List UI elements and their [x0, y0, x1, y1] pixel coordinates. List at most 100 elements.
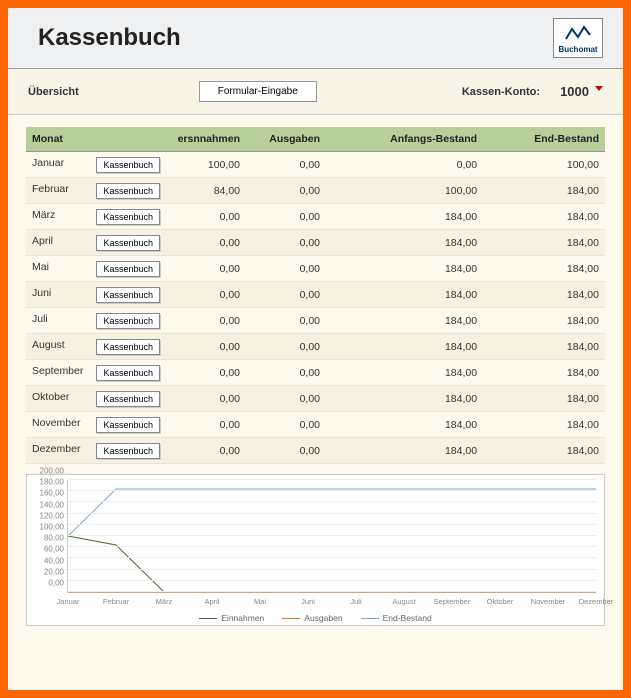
- table-row: JuliKassenbuch0,000,00184,00184,00: [26, 308, 605, 334]
- x-tick: November: [531, 597, 566, 606]
- series-line: [68, 536, 596, 592]
- month-label: Dezember: [32, 443, 80, 455]
- x-tick: Januar: [57, 597, 80, 606]
- kassenbuch-button[interactable]: Kassenbuch: [96, 365, 160, 381]
- kassenbuch-button[interactable]: Kassenbuch: [96, 287, 160, 303]
- cell-ausgaben: 0,00: [246, 178, 326, 204]
- cell-ausgaben: 0,00: [246, 282, 326, 308]
- cell-einnahmen: 0,00: [166, 386, 246, 412]
- cell-end: 184,00: [483, 230, 605, 256]
- month-label: Mai: [32, 261, 49, 273]
- cell-ausgaben: 0,00: [246, 230, 326, 256]
- cell-ausgaben: 0,00: [246, 386, 326, 412]
- cell-anfang: 184,00: [326, 386, 483, 412]
- cell-ausgaben: 0,00: [246, 412, 326, 438]
- cell-end: 184,00: [483, 282, 605, 308]
- col-monat: Monat: [26, 127, 166, 152]
- cell-ausgaben: 0,00: [246, 334, 326, 360]
- cell-end: 184,00: [483, 412, 605, 438]
- table-row: JuniKassenbuch0,000,00184,00184,00: [26, 282, 605, 308]
- kassenbuch-button[interactable]: Kassenbuch: [96, 157, 160, 173]
- kassenbuch-button[interactable]: Kassenbuch: [96, 391, 160, 407]
- col-einnahmen: ersnnahmen: [166, 127, 246, 152]
- legend-swatch: [199, 618, 217, 619]
- legend-label: Ausgaben: [304, 613, 342, 623]
- cell-ausgaben: 0,00: [246, 204, 326, 230]
- month-label: Juni: [32, 287, 51, 299]
- x-tick: April: [204, 597, 219, 606]
- cell-ausgaben: 0,00: [246, 360, 326, 386]
- kassenbuch-button[interactable]: Kassenbuch: [96, 235, 160, 251]
- table-row: NovemberKassenbuch0,000,00184,00184,00: [26, 412, 605, 438]
- cell-ausgaben: 0,00: [246, 256, 326, 282]
- month-label: April: [32, 235, 53, 247]
- cell-end: 184,00: [483, 178, 605, 204]
- kassenbuch-button[interactable]: Kassenbuch: [96, 209, 160, 225]
- kassenbuch-button[interactable]: Kassenbuch: [96, 183, 160, 199]
- y-tick: 60,00: [30, 545, 64, 554]
- x-tick: Dezember: [579, 597, 614, 606]
- table-row: Februar Kassenbuch 84,000,00100,00184,00: [26, 178, 605, 204]
- x-tick: Mai: [254, 597, 266, 606]
- col-ausgaben: Ausgaben: [246, 127, 326, 152]
- logo: Buchomat: [553, 18, 603, 58]
- header: Kassenbuch Buchomat: [8, 8, 623, 69]
- kassenbuch-button[interactable]: Kassenbuch: [96, 339, 160, 355]
- legend-label: Einnahmen: [221, 613, 264, 623]
- cell-end: 184,00: [483, 308, 605, 334]
- legend-label: End-Bestand: [383, 613, 432, 623]
- overview-label: Übersicht: [28, 86, 79, 98]
- y-tick: 160,00: [30, 489, 64, 498]
- table-row: AprilKassenbuch0,000,00184,00184,00: [26, 230, 605, 256]
- cell-einnahmen: 0,00: [166, 360, 246, 386]
- cell-einnahmen: 84,00: [166, 178, 246, 204]
- y-tick: 120,00: [30, 511, 64, 520]
- cell-anfang: 184,00: [326, 308, 483, 334]
- x-tick: März: [156, 597, 173, 606]
- month-label: September: [32, 365, 83, 377]
- month-label: Oktober: [32, 391, 69, 403]
- x-tick: Juli: [350, 597, 361, 606]
- month-label: Juli: [32, 313, 48, 325]
- kassenbuch-button[interactable]: Kassenbuch: [96, 417, 160, 433]
- y-tick: 80,00: [30, 534, 64, 543]
- cell-end: 184,00: [483, 438, 605, 464]
- cell-einnahmen: 0,00: [166, 256, 246, 282]
- cell-anfang: 184,00: [326, 282, 483, 308]
- konto-select[interactable]: 1000: [560, 84, 603, 99]
- col-end: End-Bestand: [483, 127, 605, 152]
- legend-item: End-Bestand: [361, 613, 432, 623]
- table-row: DezemberKassenbuch0,000,00184,00184,00: [26, 438, 605, 464]
- cell-anfang: 184,00: [326, 256, 483, 282]
- kassenbuch-button[interactable]: Kassenbuch: [96, 313, 160, 329]
- cell-anfang: 184,00: [326, 360, 483, 386]
- content: Monat ersnnahmen Ausgaben Anfangs-Bestan…: [8, 115, 623, 690]
- y-tick: 0,00: [30, 579, 64, 588]
- chart: 0,0020,0040,0060,0080,00100,00120,00140,…: [26, 474, 605, 626]
- y-tick: 180,00: [30, 478, 64, 487]
- cell-end: 184,00: [483, 334, 605, 360]
- legend-item: Einnahmen: [199, 613, 264, 623]
- y-tick: 20,00: [30, 567, 64, 576]
- kassenbuch-button[interactable]: Kassenbuch: [96, 261, 160, 277]
- y-tick: 200,00: [30, 467, 64, 476]
- month-label: August: [32, 339, 65, 351]
- month-label: Februar: [32, 183, 69, 195]
- col-anfang: Anfangs-Bestand: [326, 127, 483, 152]
- form-input-button[interactable]: Formular-Eingabe: [199, 81, 317, 102]
- cell-einnahmen: 100,00: [166, 152, 246, 178]
- table-row: JanuarKassenbuch100,000,000,00100,00: [26, 152, 605, 178]
- cell-end: 100,00: [483, 152, 605, 178]
- kassenbuch-button[interactable]: Kassenbuch: [96, 443, 160, 459]
- y-tick: 100,00: [30, 523, 64, 532]
- x-tick: Oktober: [487, 597, 514, 606]
- overview-table: Monat ersnnahmen Ausgaben Anfangs-Bestan…: [26, 127, 605, 464]
- table-row: SeptemberKassenbuch0,000,00184,00184,00: [26, 360, 605, 386]
- month-label: März: [32, 209, 55, 221]
- cell-anfang: 184,00: [326, 230, 483, 256]
- cell-anfang: 0,00: [326, 152, 483, 178]
- legend-swatch: [361, 618, 379, 619]
- cell-anfang: 100,00: [326, 178, 483, 204]
- logo-text: Buchomat: [558, 45, 597, 54]
- cell-anfang: 184,00: [326, 204, 483, 230]
